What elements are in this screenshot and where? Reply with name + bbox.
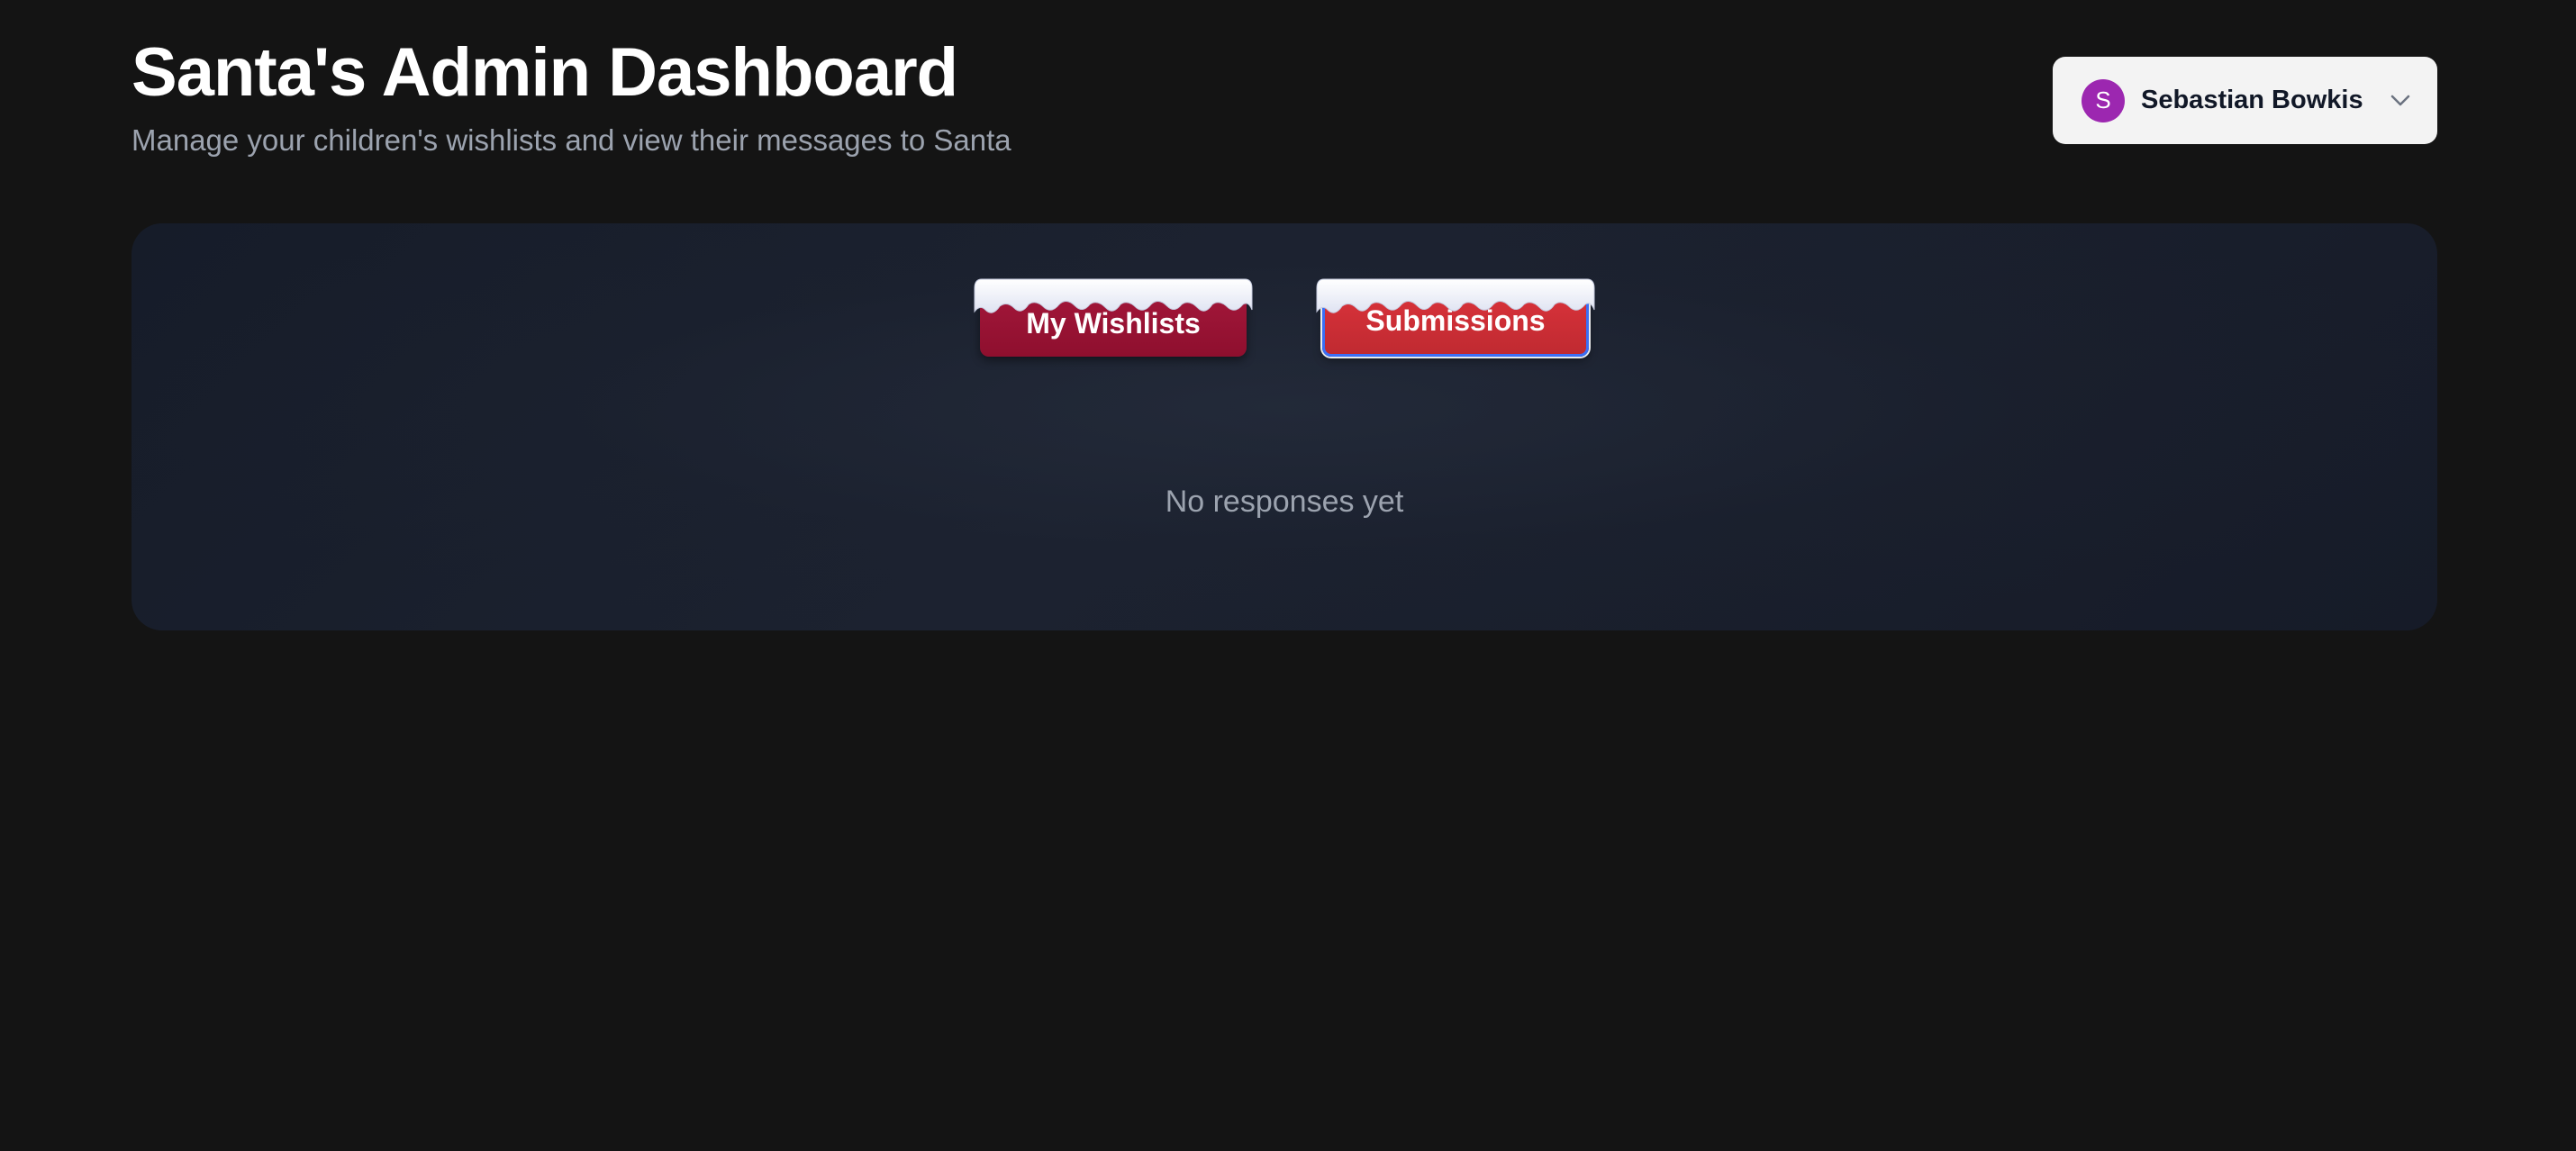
tab-submissions[interactable]: Submissions <box>1315 277 1596 364</box>
page-header: Santa's Admin Dashboard Manage your chil… <box>132 32 2437 168</box>
avatar: S <box>2082 78 2125 122</box>
empty-state-message: No responses yet <box>1165 485 1404 519</box>
tab-bar: My Wishlists Submissions <box>132 277 2437 376</box>
page-title: Santa's Admin Dashboard <box>132 34 958 111</box>
chevron-down-icon <box>2389 89 2412 113</box>
snow-cap-icon <box>1316 278 1595 313</box>
page-subtitle: Manage your children's wishlists and vie… <box>132 123 1011 157</box>
user-name: Sebastian Bowkis <box>2141 86 2363 114</box>
user-menu-button[interactable]: S Sebastian Bowkis <box>2053 57 2437 144</box>
dashboard-page: Santa's Admin Dashboard Manage your chil… <box>0 0 2576 1151</box>
snow-cap-icon <box>974 278 1253 313</box>
tab-my-wishlists[interactable]: My Wishlists <box>973 277 1254 364</box>
main-panel: My Wishlists Submissions No responses ye… <box>132 223 2437 630</box>
